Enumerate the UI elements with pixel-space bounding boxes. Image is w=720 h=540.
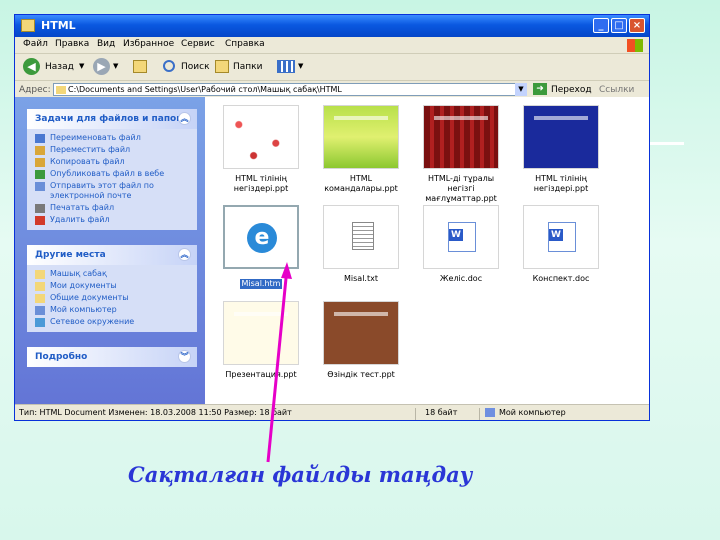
pointer-arrow — [266, 262, 292, 463]
slide-caption: Сақталған файлды таңдау — [128, 462, 473, 487]
